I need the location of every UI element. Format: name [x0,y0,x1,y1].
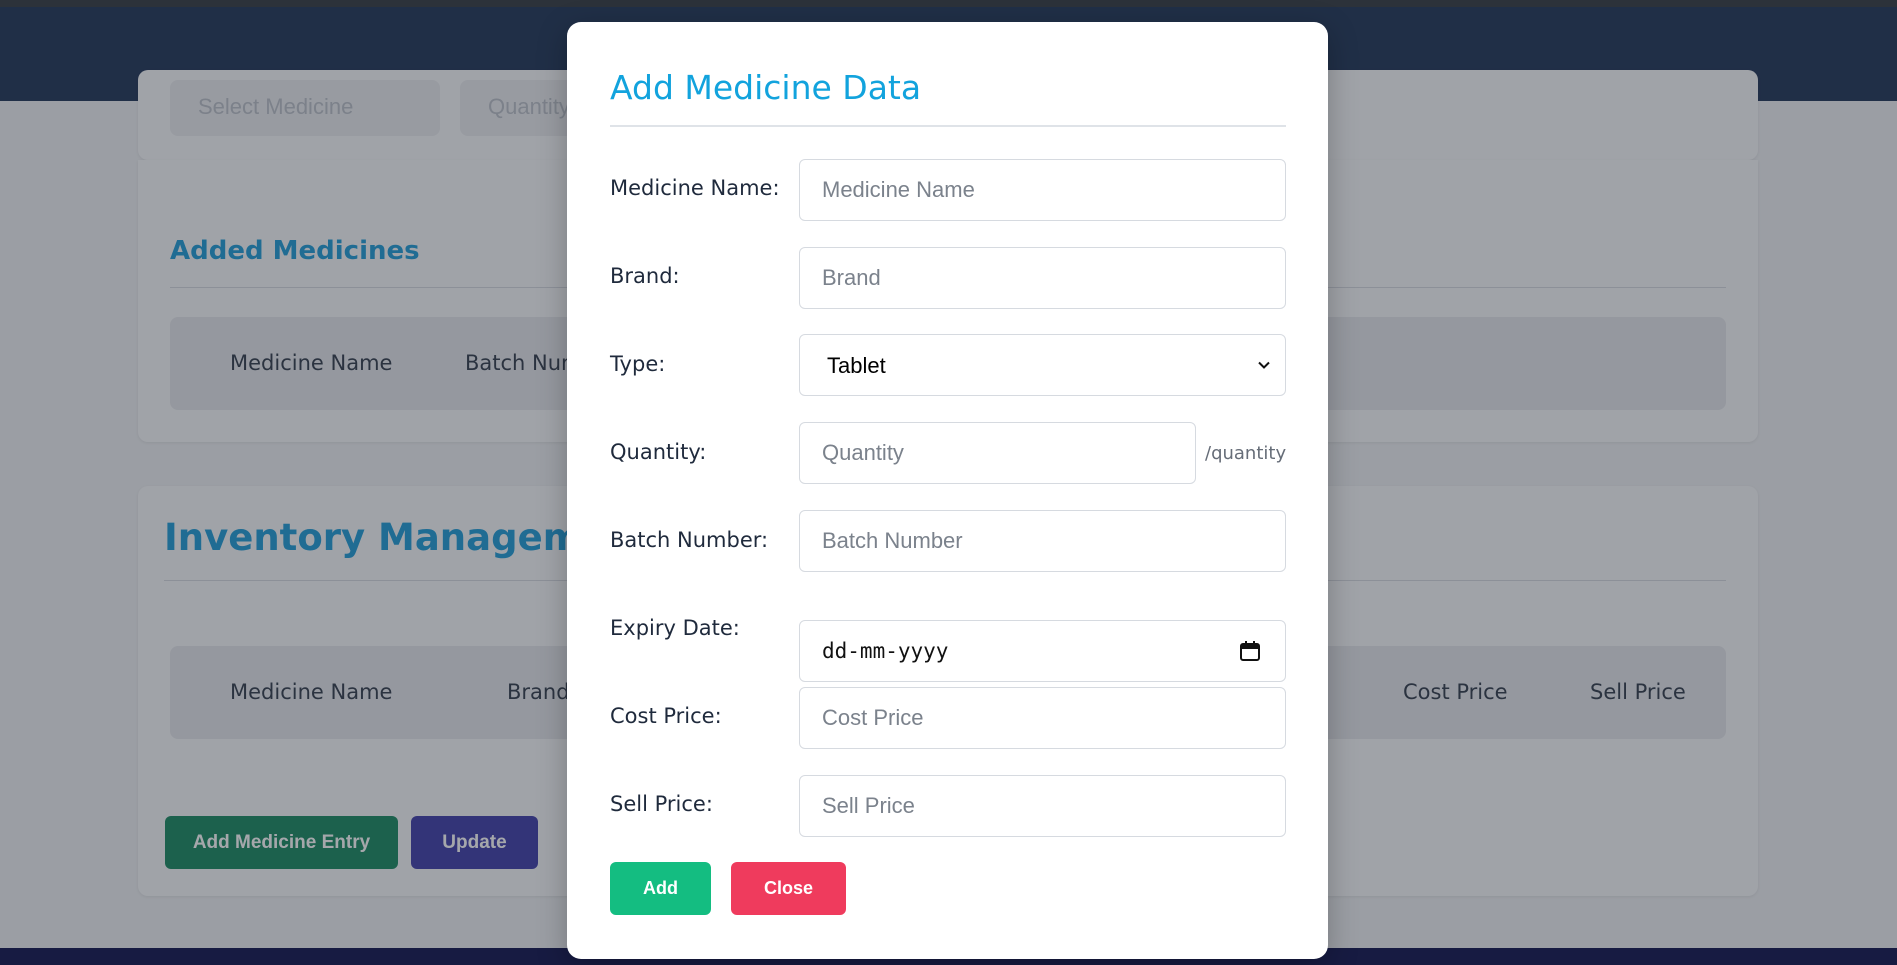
expiry-date-placeholder: dd-mm-yyyy [822,639,949,663]
medicine-name-input[interactable] [799,159,1286,221]
sell-price-label: Sell Price: [610,792,713,816]
batch-number-input[interactable] [799,510,1286,572]
expiry-date-label: Expiry Date: [610,616,740,640]
cost-price-input[interactable] [799,687,1286,749]
sell-price-input[interactable] [799,775,1286,837]
chevron-down-icon [1258,361,1270,369]
brand-input[interactable] [799,247,1286,309]
modal-title: Add Medicine Data [610,68,922,107]
modal-divider [610,125,1286,127]
calendar-icon[interactable] [1239,640,1261,662]
add-medicine-modal: Add Medicine Data Medicine Name: Brand: … [567,22,1328,959]
add-button[interactable]: Add [610,862,711,915]
expiry-date-input[interactable]: dd-mm-yyyy [799,620,1286,682]
quantity-input[interactable] [799,422,1196,484]
type-label: Type: [610,352,666,376]
brand-label: Brand: [610,264,680,288]
medicine-name-label: Medicine Name: [610,176,780,200]
close-button[interactable]: Close [731,862,846,915]
batch-number-label: Batch Number: [610,528,769,552]
type-select[interactable]: Tablet [799,334,1286,396]
cost-price-label: Cost Price: [610,704,722,728]
quantity-label: Quantity: [610,440,707,464]
quantity-unit-label: /quantity [1205,443,1287,464]
